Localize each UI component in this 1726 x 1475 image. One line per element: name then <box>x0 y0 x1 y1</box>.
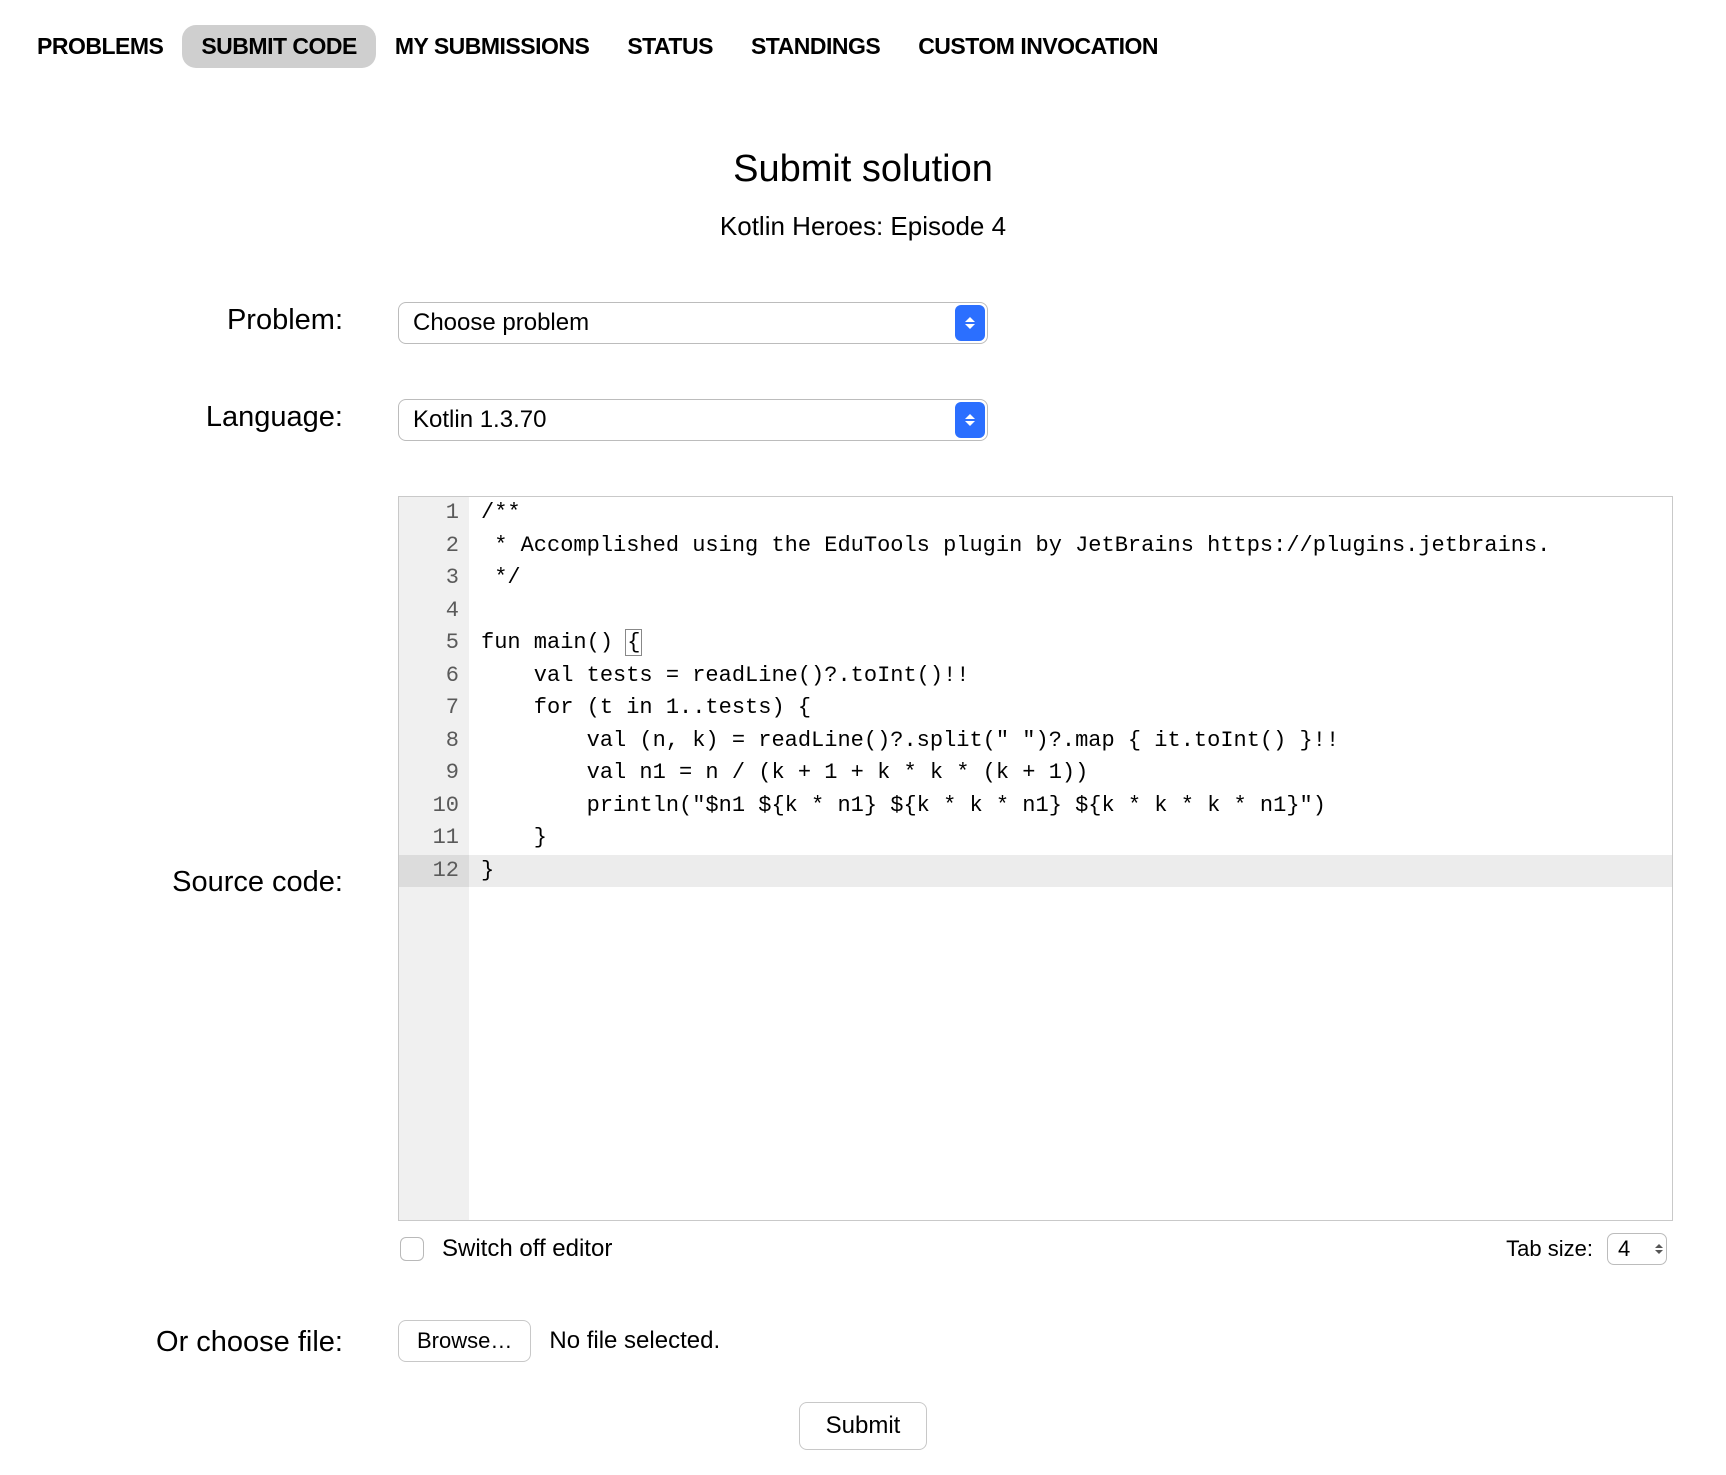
nav-tabs: PROBLEMSSUBMIT CODEMY SUBMISSIONSSTATUSS… <box>18 25 1708 68</box>
line-number: 11 <box>399 822 469 855</box>
problem-select-value: Choose problem <box>399 309 589 337</box>
code-line <box>469 595 1672 628</box>
code-line: val (n, k) = readLine()?.split(" ")?.map… <box>469 725 1672 758</box>
line-number: 10 <box>399 790 469 823</box>
line-number: 8 <box>399 725 469 758</box>
tab-size-label: Tab size: <box>1506 1236 1593 1262</box>
line-number: 2 <box>399 530 469 563</box>
code-gutter: 123456789101112 <box>399 497 469 1220</box>
line-number: 9 <box>399 757 469 790</box>
select-chevron-icon <box>955 305 985 341</box>
code-line: * Accomplished using the EduTools plugin… <box>469 530 1672 563</box>
code-line: } <box>469 822 1672 855</box>
browse-button[interactable]: Browse… <box>398 1320 531 1362</box>
code-line: val tests = readLine()?.toInt()!! <box>469 660 1672 693</box>
tab-status[interactable]: STATUS <box>608 25 732 68</box>
line-number: 1 <box>399 497 469 530</box>
code-editor[interactable]: 123456789101112 /** * Accomplished using… <box>398 496 1673 1221</box>
code-line: fun main() { <box>469 627 1672 660</box>
choose-file-label: Or choose file: <box>18 1320 398 1359</box>
code-line: /** <box>469 497 1672 530</box>
line-number: 3 <box>399 562 469 595</box>
tab-standings[interactable]: STANDINGS <box>732 25 899 68</box>
page-subtitle: Kotlin Heroes: Episode 4 <box>18 211 1708 242</box>
code-area[interactable]: /** * Accomplished using the EduTools pl… <box>469 497 1672 1220</box>
spinner-chevron-icon <box>1655 1236 1663 1262</box>
source-code-label: Source code: <box>18 496 398 899</box>
line-number: 4 <box>399 595 469 628</box>
line-number: 5 <box>399 627 469 660</box>
line-number: 6 <box>399 660 469 693</box>
code-line: */ <box>469 562 1672 595</box>
submit-button[interactable]: Submit <box>799 1402 928 1450</box>
language-label: Language: <box>18 399 398 434</box>
tab-size-value: 4 <box>1618 1236 1630 1262</box>
code-line: } <box>469 855 1672 888</box>
line-number: 7 <box>399 692 469 725</box>
language-select-value: Kotlin 1.3.70 <box>399 406 546 434</box>
tab-size-input[interactable]: 4 <box>1607 1233 1667 1265</box>
problem-label: Problem: <box>18 302 398 337</box>
line-number: 12 <box>399 855 469 888</box>
problem-select[interactable]: Choose problem <box>398 302 988 344</box>
code-line: for (t in 1..tests) { <box>469 692 1672 725</box>
code-line: println("$n1 ${k * n1} ${k * k * n1} ${k… <box>469 790 1672 823</box>
tab-custom-invocation[interactable]: CUSTOM INVOCATION <box>899 25 1177 68</box>
tab-submit-code[interactable]: SUBMIT CODE <box>182 25 376 68</box>
switch-off-editor-label: Switch off editor <box>442 1235 612 1263</box>
language-select[interactable]: Kotlin 1.3.70 <box>398 399 988 441</box>
page-title: Submit solution <box>18 148 1708 191</box>
code-line: val n1 = n / (k + 1 + k * k * (k + 1)) <box>469 757 1672 790</box>
tab-problems[interactable]: PROBLEMS <box>18 25 182 68</box>
switch-off-editor-checkbox[interactable] <box>400 1237 424 1261</box>
tab-my-submissions[interactable]: MY SUBMISSIONS <box>376 25 609 68</box>
select-chevron-icon <box>955 402 985 438</box>
file-status-text: No file selected. <box>549 1327 720 1355</box>
